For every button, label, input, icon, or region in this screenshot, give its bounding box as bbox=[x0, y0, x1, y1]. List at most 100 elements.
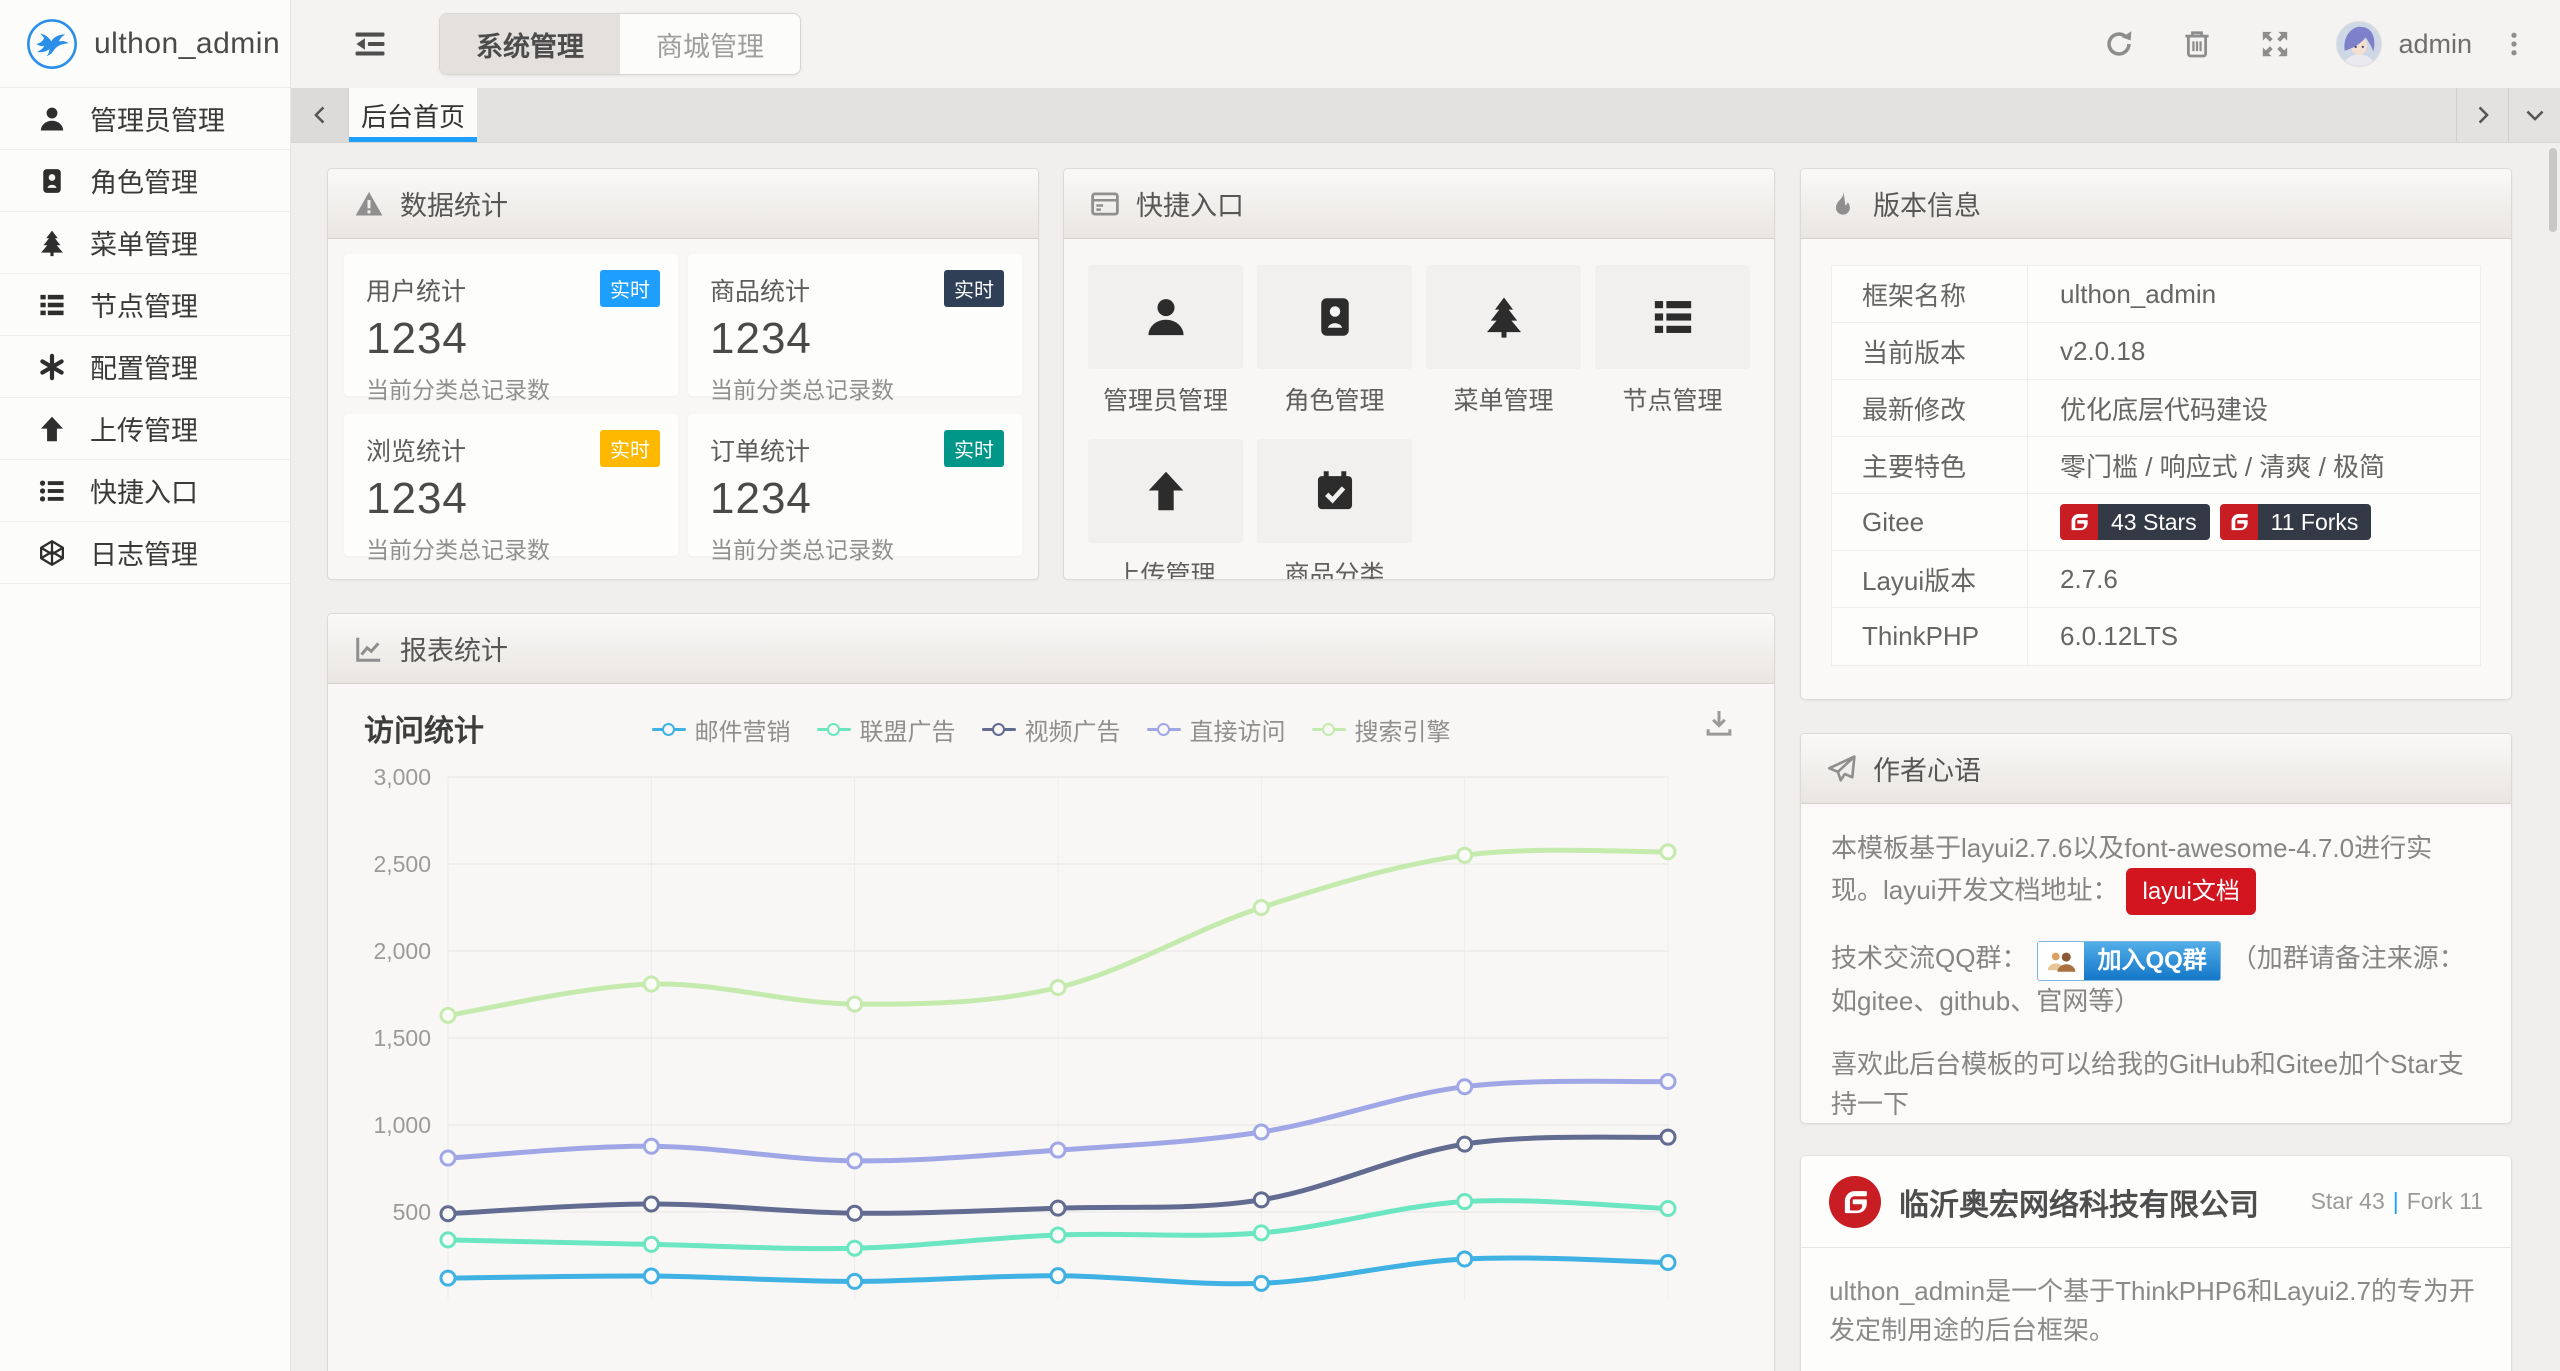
legend-marker bbox=[652, 723, 686, 737]
module-tab-mall[interactable]: 商城管理 bbox=[620, 14, 800, 74]
repo-stars: Star 43 bbox=[2311, 1188, 2385, 1214]
th-list-icon bbox=[38, 291, 66, 319]
brand-title: ulthon_admin bbox=[94, 27, 280, 61]
sidebar-item-label: 配置管理 bbox=[90, 347, 198, 386]
panel-gitee-repo: 临沂奥宏网络科技有限公司 Star 43|Fork 11 ulthon_admi… bbox=[1800, 1155, 2512, 1371]
sidebar-item-label: 日志管理 bbox=[90, 533, 198, 572]
scrollbar-thumb[interactable] bbox=[2549, 148, 2557, 232]
gitee-forks-badge[interactable]: 11 Forks bbox=[2220, 504, 2372, 540]
svg-text:3,000: 3,000 bbox=[373, 764, 431, 790]
shortcut-admin[interactable]: 管理员管理 bbox=[1088, 265, 1243, 417]
refresh-button[interactable] bbox=[2080, 0, 2158, 88]
stat-card-value: 1234 bbox=[710, 474, 1000, 524]
legend-item-0[interactable]: 邮件营销 bbox=[652, 712, 791, 747]
legend-item-4[interactable]: 搜索引擎 bbox=[1312, 712, 1451, 747]
legend-item-1[interactable]: 联盟广告 bbox=[817, 712, 956, 747]
sidebar-item-label: 角色管理 bbox=[90, 161, 198, 200]
username[interactable]: admin bbox=[2398, 29, 2472, 60]
version-row-value: v2.0.18 bbox=[2028, 323, 2145, 379]
version-row: Gitee43 Stars11 Forks bbox=[1832, 494, 2480, 551]
chart-area: 5001,0001,5002,0002,5003,000 访问统计 邮件营销联盟… bbox=[328, 684, 1774, 1371]
version-row-label: 框架名称 bbox=[1832, 266, 2028, 322]
tab-home[interactable]: 后台首页 bbox=[349, 88, 477, 142]
fullscreen-button[interactable] bbox=[2236, 0, 2314, 88]
shortcut-upload[interactable]: 上传管理 bbox=[1088, 439, 1243, 580]
shortcut-goods-category[interactable]: 商品分类 bbox=[1257, 439, 1412, 580]
version-row: Layui版本2.7.6 bbox=[1832, 551, 2480, 608]
svg-text:500: 500 bbox=[393, 1199, 431, 1225]
repo-title[interactable]: 临沂奥宏网络科技有限公司 bbox=[1899, 1180, 2293, 1224]
shortcut-label: 管理员管理 bbox=[1088, 381, 1243, 417]
legend-ring bbox=[827, 723, 840, 736]
layui-doc-button[interactable]: layui文档 bbox=[2126, 868, 2255, 915]
shortcut-label: 商品分类 bbox=[1257, 555, 1412, 580]
sidebar-item-label: 节点管理 bbox=[90, 285, 198, 324]
panel-report: 报表统计 5001,0001,5002,0002,5003,000 访问统计 邮… bbox=[327, 613, 1775, 1371]
stat-card-badge: 实时 bbox=[944, 270, 1004, 307]
chart-line-icon bbox=[354, 634, 384, 664]
user-icon bbox=[38, 105, 66, 133]
sidebar-item-label: 菜单管理 bbox=[90, 223, 198, 262]
gitee-g-icon bbox=[2060, 504, 2098, 540]
gitee-stars-badge[interactable]: 43 Stars bbox=[2060, 504, 2210, 540]
sidebar-item-quick[interactable]: 快捷入口 bbox=[0, 460, 290, 522]
sidebar-item-config[interactable]: 配置管理 bbox=[0, 336, 290, 398]
stat-card-desc: 当前分类总记录数 bbox=[710, 531, 1000, 565]
user-icon bbox=[1088, 265, 1243, 369]
tab-scroll-right-button[interactable] bbox=[2456, 88, 2508, 142]
tab-scroll-left-button[interactable] bbox=[291, 88, 349, 142]
legend-ring bbox=[992, 723, 1005, 736]
download-icon[interactable] bbox=[1704, 708, 1734, 738]
stat-card-3: 订单统计实时1234当前分类总记录数 bbox=[688, 414, 1022, 556]
more-menu-button[interactable] bbox=[2482, 0, 2546, 88]
sidebar-item-role[interactable]: 角色管理 bbox=[0, 150, 290, 212]
module-tab-system[interactable]: 系统管理 bbox=[440, 14, 620, 74]
panel-title: 快捷入口 bbox=[1136, 184, 1244, 223]
shortcut-menu[interactable]: 菜单管理 bbox=[1426, 265, 1581, 417]
stat-card-value: 1234 bbox=[710, 314, 1000, 364]
author-text: 技术交流QQ群： bbox=[1831, 943, 2027, 973]
version-row-value: 6.0.12LTS bbox=[2028, 608, 2178, 665]
author-body: 本模板基于layui2.7.6以及font-awesome-4.7.0进行实现。… bbox=[1801, 804, 2511, 1124]
svg-text:2,500: 2,500 bbox=[373, 851, 431, 877]
legend-item-3[interactable]: 直接访问 bbox=[1147, 712, 1286, 747]
legend-ring bbox=[1157, 723, 1170, 736]
tab-bar: 后台首页 bbox=[291, 88, 2560, 143]
legend-ring bbox=[1322, 723, 1335, 736]
panel-title: 作者心语 bbox=[1873, 749, 1981, 788]
join-qq-group-button[interactable]: 加入QQ群 bbox=[2037, 941, 2220, 981]
fire-icon bbox=[1827, 189, 1857, 219]
calendar-check-icon bbox=[1257, 439, 1412, 543]
panel-author-words: 作者心语 本模板基于layui2.7.6以及font-awesome-4.7.0… bbox=[1800, 733, 2512, 1124]
shortcut-node[interactable]: 节点管理 bbox=[1595, 265, 1750, 417]
version-row-label: 最新修改 bbox=[1832, 380, 2028, 436]
avatar[interactable] bbox=[2336, 21, 2382, 67]
version-row: ThinkPHP6.0.12LTS bbox=[1832, 608, 2480, 665]
version-row-value: ulthon_admin bbox=[2028, 266, 2216, 322]
th-list-icon bbox=[1595, 265, 1750, 369]
legend-item-2[interactable]: 视频广告 bbox=[982, 712, 1121, 747]
tab-strip bbox=[477, 88, 2456, 142]
sidebar-item-admin[interactable]: 管理员管理 bbox=[0, 88, 290, 150]
main-content: 数据统计 用户统计实时1234当前分类总记录数商品统计实时1234当前分类总记录… bbox=[291, 143, 2560, 1371]
gitee-badge-text: 11 Forks bbox=[2258, 504, 2372, 540]
version-row-label: 主要特色 bbox=[1832, 437, 2028, 493]
sidebar-item-log[interactable]: 日志管理 bbox=[0, 522, 290, 584]
legend-label: 视频广告 bbox=[1025, 712, 1121, 747]
brand[interactable]: ulthon_admin bbox=[0, 0, 290, 88]
sidebar-item-upload[interactable]: 上传管理 bbox=[0, 398, 290, 460]
menu-fold-button[interactable] bbox=[353, 27, 389, 63]
version-row: 主要特色零门槛 / 响应式 / 清爽 / 极简 bbox=[1832, 437, 2480, 494]
sidebar-item-menu[interactable]: 菜单管理 bbox=[0, 212, 290, 274]
repo-divider: | bbox=[2393, 1188, 2399, 1214]
sidebar-item-node[interactable]: 节点管理 bbox=[0, 274, 290, 336]
panel-title: 数据统计 bbox=[400, 184, 508, 223]
clear-cache-button[interactable] bbox=[2158, 0, 2236, 88]
shortcut-role[interactable]: 角色管理 bbox=[1257, 265, 1412, 417]
legend-label: 联盟广告 bbox=[860, 712, 956, 747]
tree-icon bbox=[1426, 265, 1581, 369]
version-row-label: Layui版本 bbox=[1832, 551, 2028, 607]
tab-menu-button[interactable] bbox=[2508, 88, 2560, 142]
stat-card-desc: 当前分类总记录数 bbox=[366, 371, 656, 405]
window-icon bbox=[1090, 189, 1120, 219]
